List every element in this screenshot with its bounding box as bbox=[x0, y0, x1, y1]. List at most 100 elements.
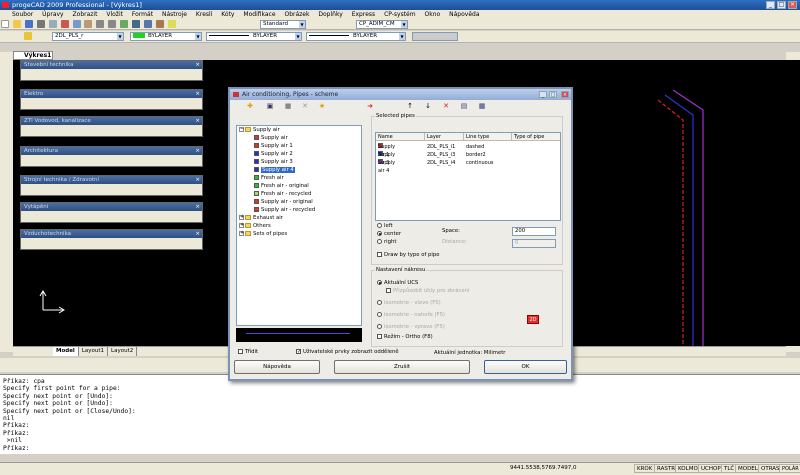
edit-pipe-icon[interactable]: ▣ bbox=[266, 102, 274, 110]
table-row[interactable]: Supply air 1 2DL_PLS_i1 dashed bbox=[376, 143, 560, 158]
dialog-maximize-icon[interactable]: □ bbox=[549, 91, 557, 98]
tree-item-selected[interactable]: Supply air 4 bbox=[254, 167, 295, 174]
tree-folder[interactable]: + Exhaust air bbox=[239, 215, 283, 222]
save-icon[interactable] bbox=[24, 20, 33, 28]
close-icon[interactable]: × bbox=[788, 1, 797, 9]
menu-item-nastroje[interactable]: Nástroje bbox=[162, 11, 187, 18]
move-down-icon[interactable]: ↓ bbox=[424, 102, 432, 110]
col-header[interactable]: Layer bbox=[425, 133, 464, 141]
copy-icon[interactable] bbox=[72, 20, 81, 28]
zoom-window-icon[interactable] bbox=[144, 20, 153, 28]
lineweight-combo[interactable]: BYLAYER ▼ bbox=[306, 32, 406, 41]
cut-icon[interactable] bbox=[60, 20, 69, 28]
tree-item[interactable]: Fresh air bbox=[254, 175, 284, 182]
add-pipe-icon[interactable]: ✚ bbox=[246, 102, 254, 110]
paste-icon[interactable] bbox=[84, 20, 93, 28]
status-polar[interactable]: POLÁR bbox=[779, 464, 800, 473]
tree-item[interactable]: Supply air bbox=[254, 135, 288, 142]
minimize-icon[interactable]: _ bbox=[766, 1, 775, 9]
user-elements-checkbox[interactable]: ✓ Uživatelské prvky zobrazit odděleně bbox=[296, 349, 399, 356]
maximize-icon[interactable]: □ bbox=[777, 1, 786, 9]
sort-checkbox[interactable]: Třídit bbox=[238, 349, 258, 356]
menu-item-upravy[interactable]: Úpravy bbox=[42, 11, 63, 18]
tree-folder[interactable]: + Others bbox=[239, 223, 271, 230]
tree-item[interactable]: Fresh air - original bbox=[254, 183, 309, 190]
col-header[interactable]: Type of pipe bbox=[512, 133, 560, 141]
ok-button[interactable]: OK bbox=[484, 360, 567, 374]
redo-icon[interactable] bbox=[108, 20, 117, 28]
cancel-button[interactable]: Zrušit bbox=[334, 360, 470, 374]
menu-item-vlozit[interactable]: Vložit bbox=[106, 11, 123, 18]
tree-item[interactable]: Supply air - recycled bbox=[254, 207, 315, 214]
dimstyle-combo[interactable]: CP_ADIM_CM ▼ bbox=[356, 20, 408, 29]
remove-selected-icon[interactable]: ✕ bbox=[442, 102, 450, 110]
tree-root[interactable]: − Supply air bbox=[239, 127, 280, 134]
dialog-close-icon[interactable]: × bbox=[561, 91, 569, 98]
align-right-radio[interactable]: right bbox=[377, 239, 396, 246]
layer-manager-icon[interactable] bbox=[24, 32, 32, 40]
menu-item-cp-system[interactable]: CP-systém bbox=[384, 11, 416, 18]
ortho-checkbox[interactable]: Režim - Ortho (F8) bbox=[377, 334, 433, 341]
print-icon[interactable] bbox=[36, 20, 45, 28]
status-uchop[interactable]: UCHOP bbox=[698, 464, 724, 473]
status-kolmo[interactable]: KOLMO bbox=[675, 464, 701, 473]
menu-item-soubor[interactable]: Soubor bbox=[12, 11, 33, 18]
zoom-icon[interactable] bbox=[132, 20, 141, 28]
table-row[interactable]: Supply air 4 2DL_PLS_i4 continuous bbox=[376, 159, 560, 174]
command-history[interactable]: Příkaz: cpa Specify first point for a pip… bbox=[0, 374, 800, 454]
menu-item-obrazek[interactable]: Obrázek bbox=[284, 11, 309, 18]
properties-icon[interactable] bbox=[155, 20, 164, 28]
move-right-icon[interactable]: ➜ bbox=[366, 102, 374, 110]
tree-item[interactable]: Fresh air - recycled bbox=[254, 191, 311, 198]
tab-layout1[interactable]: Layout1 bbox=[79, 347, 109, 356]
tree-folder[interactable]: + Sets of pipes bbox=[239, 231, 287, 238]
delete-pipe-icon[interactable]: ■ bbox=[284, 102, 292, 110]
space-input[interactable]: 200 bbox=[512, 227, 556, 236]
doc-tab[interactable]: Výkres1 bbox=[13, 51, 53, 60]
tree-item[interactable]: Supply air - original bbox=[254, 199, 313, 206]
tree-item[interactable]: Supply air 1 bbox=[254, 143, 293, 150]
align-center-radio[interactable]: center bbox=[377, 231, 401, 238]
new-file-icon[interactable] bbox=[1, 20, 9, 28]
menu-item-modifikace[interactable]: Modifikace bbox=[243, 11, 275, 18]
col-header[interactable]: Line type bbox=[464, 133, 512, 141]
help-button[interactable]: Nápověda bbox=[234, 360, 320, 374]
draw-by-type-checkbox[interactable]: Draw by type of pipe bbox=[377, 252, 439, 259]
textstyle-combo[interactable]: Standard ▼ bbox=[260, 20, 306, 29]
menu-item-zobrazit[interactable]: Zobrazit bbox=[73, 11, 98, 18]
linetype-combo[interactable]: BYLAYER ▼ bbox=[206, 32, 302, 41]
preview-icon[interactable] bbox=[48, 20, 57, 28]
move-up-icon[interactable]: ↑ bbox=[406, 102, 414, 110]
color-swatch bbox=[254, 183, 259, 188]
align-left-radio[interactable]: left bbox=[377, 223, 393, 230]
menu-item-napoveda[interactable]: Nápověda bbox=[449, 11, 479, 18]
undo-icon[interactable] bbox=[96, 20, 105, 28]
open-folder-icon[interactable] bbox=[12, 20, 21, 28]
tree-item[interactable]: Supply air 2 bbox=[254, 151, 293, 158]
help-icon[interactable] bbox=[167, 20, 176, 28]
menu-item-format[interactable]: Formát bbox=[132, 11, 153, 18]
tree-item[interactable]: Supply air 3 bbox=[254, 159, 293, 166]
col-header[interactable]: Name bbox=[376, 133, 425, 141]
menu-item-koty[interactable]: Kóty bbox=[221, 11, 234, 18]
dialog-minimize-icon[interactable]: _ bbox=[539, 91, 547, 98]
2d-badge[interactable]: 2D bbox=[527, 315, 539, 324]
tab-layout2[interactable]: Layout2 bbox=[108, 347, 138, 356]
remove-icon[interactable]: ✕ bbox=[301, 102, 309, 110]
ucs-radio[interactable]: Aktuální UCS bbox=[377, 280, 418, 287]
layer-combo[interactable]: 2DL_PLS_r ▼ bbox=[52, 32, 124, 41]
pan-icon[interactable] bbox=[120, 20, 129, 28]
tab-model[interactable]: Model bbox=[53, 347, 79, 356]
load-icon[interactable]: ▤ bbox=[460, 102, 468, 110]
menu-item-okno[interactable]: Okno bbox=[425, 11, 441, 18]
favorite-icon[interactable]: ★ bbox=[318, 102, 326, 110]
status-krok[interactable]: KROK bbox=[634, 464, 656, 473]
status-model[interactable]: MODEL bbox=[735, 464, 761, 473]
color-combo[interactable]: BYLAYER ▼ bbox=[130, 32, 202, 41]
save-set-icon[interactable]: ▦ bbox=[478, 102, 486, 110]
selected-pipes-table[interactable]: Name Layer Line type Type of pipe Supply… bbox=[375, 132, 561, 221]
menu-item-doplnky[interactable]: Doplňky bbox=[318, 11, 342, 18]
menu-item-kresli[interactable]: Kreslí bbox=[196, 11, 212, 18]
menu-item-express[interactable]: Express bbox=[352, 11, 375, 18]
table-row[interactable]: Supply air 3 2DL_PLS_i3 border2 bbox=[376, 151, 560, 166]
